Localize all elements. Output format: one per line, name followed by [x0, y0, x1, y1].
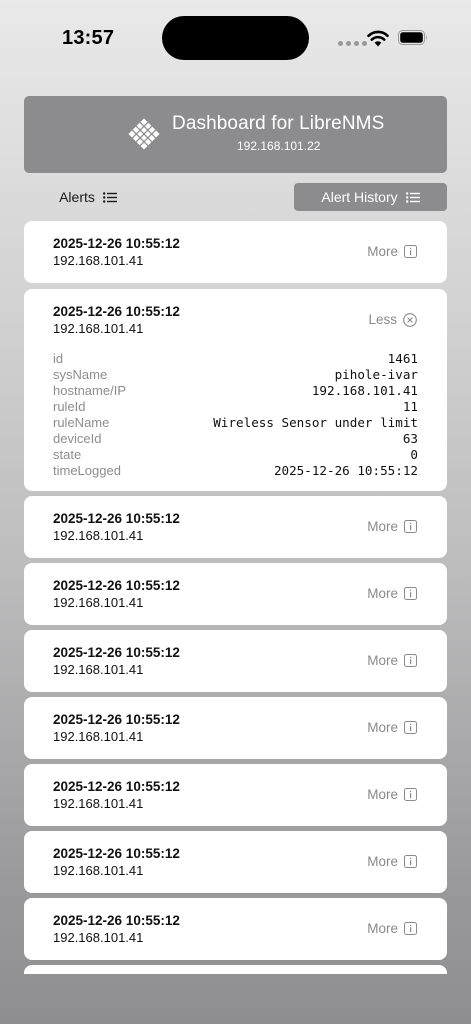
detail-key: hostname/IP	[53, 383, 126, 399]
more-label: More	[367, 720, 398, 735]
detail-key: id	[53, 351, 64, 367]
info-icon	[404, 721, 417, 734]
librenms-logo-icon	[128, 118, 160, 150]
alert-date: 2025-12-26 10:55:12	[53, 712, 180, 727]
alert-date: 2025-12-26 10:55:12	[53, 511, 180, 526]
detail-row: timeLogged 2025-12-26 10:55:12	[53, 462, 418, 478]
more-button[interactable]: More	[367, 653, 417, 668]
alert-card: 2025-12-26 10:55:12 192.168.101.41 More	[24, 563, 447, 625]
alert-ip: 192.168.101.41	[53, 796, 144, 811]
detail-row: ruleId 11	[53, 399, 418, 415]
close-circle-icon	[403, 312, 417, 327]
alert-card-expanded: 2025-12-26 10:55:12 192.168.101.41 Less …	[24, 289, 447, 491]
detail-key: ruleName	[53, 415, 110, 430]
alert-ip: 192.168.101.41	[53, 595, 144, 610]
more-label: More	[367, 854, 398, 869]
alert-date: 2025-12-26 10:55:12	[53, 846, 180, 861]
alert-card: 2025-12-26 10:55:12 192.168.101.41 More	[24, 630, 447, 692]
info-icon	[404, 654, 417, 667]
info-icon	[404, 520, 417, 533]
alert-card: 2025-12-26 10:55:12 192.168.101.41 More	[24, 697, 447, 759]
alert-ip: 192.168.101.41	[53, 863, 144, 878]
alert-card: 2025-12-26 10:55:12 192.168.101.41 More	[24, 831, 447, 893]
info-icon	[404, 855, 417, 868]
detail-value: 63	[402, 430, 418, 446]
dynamic-island	[162, 16, 309, 60]
alert-date: 2025-12-26 10:55:12	[53, 304, 180, 319]
detail-row: ruleName Wireless Sensor under limit	[53, 415, 418, 431]
detail-key: deviceId	[53, 430, 102, 446]
detail-value: 0	[410, 446, 418, 462]
tab-alert-history[interactable]: Alert History	[294, 183, 447, 211]
detail-row: id 1461	[53, 351, 418, 367]
detail-row: state 0	[53, 446, 418, 462]
less-button[interactable]: Less	[368, 312, 417, 327]
detail-key: timeLogged	[53, 462, 121, 478]
detail-value: 2025-12-26 10:55:12	[273, 462, 418, 478]
more-button[interactable]: More	[367, 720, 417, 735]
page-title: Dashboard for LibreNMS	[172, 113, 385, 134]
alert-ip: 192.168.101.41	[53, 253, 144, 268]
alert-ip: 192.168.101.41	[53, 662, 144, 677]
info-icon	[404, 788, 417, 801]
detail-value: Wireless Sensor under limit	[213, 415, 418, 430]
more-label: More	[367, 586, 398, 601]
alert-details: id 1461 sysName pihole-ivar hostname/IP 192…	[53, 351, 418, 478]
alert-card: 2025-12-26 10:55:12 192.168.101.41 More	[24, 496, 447, 558]
more-button[interactable]: More	[367, 787, 417, 802]
alert-date: 2025-12-26 10:55:12	[53, 645, 180, 660]
more-button[interactable]: More	[367, 921, 417, 936]
more-button[interactable]: More	[367, 854, 417, 869]
alert-date: 2025-12-26 10:55:12	[53, 578, 180, 593]
more-label: More	[367, 921, 398, 936]
tab-alerts[interactable]: Alerts	[24, 183, 152, 211]
alert-card-partial	[24, 965, 447, 974]
detail-value: 1461	[387, 351, 418, 367]
detail-value: pihole-ivar	[334, 367, 418, 383]
more-button[interactable]: More	[367, 519, 417, 534]
detail-value: 192.168.101.41	[311, 383, 418, 399]
more-label: More	[367, 244, 398, 259]
app-header: Dashboard for LibreNMS 192.168.101.22	[24, 96, 447, 173]
more-label: More	[367, 787, 398, 802]
alert-date: 2025-12-26 10:55:12	[53, 236, 180, 251]
tab-alert-history-label: Alert History	[321, 189, 398, 205]
status-time: 13:57	[62, 27, 115, 49]
detail-row: hostname/IP 192.168.101.41	[53, 383, 418, 399]
alert-card: 2025-12-26 10:55:12 192.168.101.41 More	[24, 764, 447, 826]
info-icon	[404, 922, 417, 935]
detail-key: state	[53, 446, 82, 462]
info-icon	[404, 587, 417, 600]
info-icon	[404, 245, 417, 258]
detail-key: ruleId	[53, 399, 86, 415]
alert-card: 2025-12-26 10:55:12 192.168.101.41 More	[24, 898, 447, 960]
alert-ip: 192.168.101.41	[53, 528, 144, 543]
status-bar: 13:57	[0, 0, 471, 78]
list-icon	[405, 191, 420, 203]
alert-ip: 192.168.101.41	[53, 729, 144, 744]
alert-date: 2025-12-26 10:55:12	[53, 779, 180, 794]
more-button[interactable]: More	[367, 586, 417, 601]
more-button[interactable]: More	[367, 244, 417, 259]
wifi-icon	[367, 30, 389, 47]
detail-row: sysName pihole-ivar	[53, 367, 418, 383]
signal-icon	[338, 41, 367, 46]
detail-value: 11	[402, 399, 418, 415]
server-address: 192.168.101.22	[237, 139, 321, 153]
alert-ip: 192.168.101.41	[53, 321, 144, 336]
alert-ip: 192.168.101.41	[53, 930, 144, 945]
battery-icon	[398, 30, 427, 45]
more-label: More	[367, 519, 398, 534]
list-icon	[102, 191, 117, 203]
more-label: More	[367, 653, 398, 668]
alert-card: 2025-12-26 10:55:12 192.168.101.41 More	[24, 221, 447, 283]
alert-date: 2025-12-26 10:55:12	[53, 913, 180, 928]
tab-alerts-label: Alerts	[59, 189, 95, 205]
detail-row: deviceId 63	[53, 430, 418, 446]
detail-key: sysName	[53, 367, 108, 383]
less-label: Less	[368, 312, 397, 327]
